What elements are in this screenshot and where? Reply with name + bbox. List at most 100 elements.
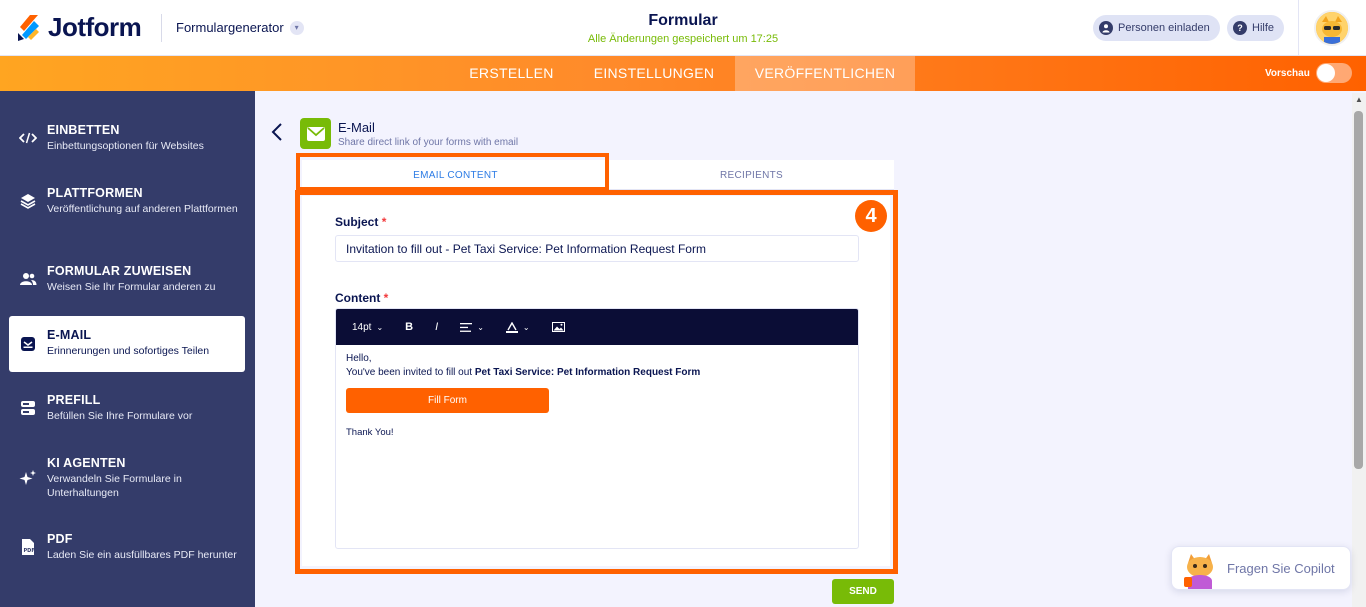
jotform-logo[interactable]: Jotform [16,12,142,43]
content-label-text: Content [335,291,381,305]
sidebar-item-subtitle: Veröffentlichung auf anderen Plattformen [47,203,238,215]
copilot-button[interactable]: Fragen Sie Copilot [1171,546,1351,590]
fill-form-button[interactable]: Fill Form [346,388,549,413]
back-button[interactable] [270,122,290,148]
layers-icon [19,192,37,210]
step-badge: 4 [855,200,887,232]
tab-erstellen[interactable]: ERSTELLEN [450,56,573,91]
help-label: Hilfe [1252,22,1275,34]
svg-text:PDF: PDF [24,548,35,554]
publish-sidebar: EINBETTEN Einbettungsoptionen für Websit… [0,91,255,607]
header-divider-right [1298,0,1299,56]
preview-toggle[interactable] [1316,63,1352,83]
align-dropdown[interactable]: ⌄ [460,322,484,332]
header-divider [161,14,162,42]
envelope-icon [306,126,325,141]
sidebar-item-subtitle: Verwandeln Sie Formulare in Unterhaltung… [47,473,182,499]
send-button[interactable]: SEND [832,579,894,604]
sidebar-item-title: PDF [47,532,73,546]
email-section-title: E-Mail [338,120,375,135]
font-size-value: 14pt [352,321,372,333]
subject-label: Subject * [335,215,386,229]
pdf-icon: PDF [19,538,37,556]
bold-icon: B [405,321,414,333]
editor-body[interactable]: Hello, You've been invited to fill out P… [336,345,858,449]
email-closing: Thank You! [346,427,394,438]
scroll-up-icon[interactable]: ▲ [1355,95,1363,104]
font-size-dropdown[interactable]: 14pt ⌄ [352,322,383,333]
text-color-dropdown[interactable]: ⌄ [505,321,530,333]
copilot-label: Fragen Sie Copilot [1227,561,1335,576]
main-nav: ERSTELLEN EINSTELLUNGEN VERÖFFENTLICHEN … [0,56,1366,91]
users-icon [19,270,37,288]
sidebar-item-prefill[interactable]: PREFILL Befüllen Sie Ihre Formulare vor [9,393,245,423]
image-icon [551,322,565,332]
code-icon [19,129,37,147]
invite-people-button[interactable]: Personen einladen [1093,15,1220,41]
subject-label-text: Subject [335,215,379,229]
tab-recipients[interactable]: RECIPIENTS [609,160,894,190]
logo-text: Jotform [48,12,142,42]
builder-selector[interactable]: Formulargenerator ▾ [176,20,304,35]
required-mark: * [381,215,387,229]
sidebar-item-title: PLATTFORMEN [47,186,143,200]
italic-button[interactable]: I [435,321,438,333]
invite-people-label: Personen einladen [1118,22,1210,34]
page-scrollbar[interactable]: ▲ [1352,93,1366,607]
sidebar-item-subtitle: Befüllen Sie Ihre Formulare vor [47,410,193,422]
help-button[interactable]: ? Hilfe [1227,15,1285,41]
person-icon [1099,21,1113,35]
form-title[interactable]: Formular [533,12,833,30]
italic-icon: I [435,321,439,333]
chevron-down-icon: ⌄ [477,322,484,332]
sidebar-item-subtitle: Weisen Sie Ihr Formular anderen zu [47,281,216,293]
email-tabs: EMAIL CONTENT RECIPIENTS [302,160,894,190]
sidebar-item-formular-zuweisen[interactable]: FORMULAR ZUWEISEN Weisen Sie Ihr Formula… [9,264,245,294]
saved-status: Alle Änderungen gespeichert um 17:25 [587,33,779,45]
scroll-thumb[interactable] [1354,111,1363,469]
sidebar-item-plattformen[interactable]: PLATTFORMEN Veröffentlichung auf anderen… [9,186,245,216]
sidebar-item-pdf[interactable]: PDF PDF Laden Sie ein ausfüllbares PDF h… [9,532,245,562]
email-invite-prefix: You've been invited to fill out [346,367,475,378]
text-color-icon [505,321,518,333]
tab-veroeffentlichen[interactable]: VERÖFFENTLICHEN [735,56,915,91]
chevron-down-icon: ⌄ [522,322,530,332]
sidebar-item-subtitle: Erinnerungen und sofortiges Teilen [47,345,210,357]
sidebar-item-subtitle: Einbettungsoptionen für Websites [47,140,204,152]
builder-selector-label: Formulargenerator [176,20,284,35]
tab-email-content[interactable]: EMAIL CONTENT [302,160,609,190]
top-header: Jotform Formulargenerator ▾ Formular All… [0,0,1366,56]
insert-image-button[interactable] [551,322,565,332]
preview-label: Vorschau [1265,68,1310,79]
sidebar-item-email[interactable]: E-MAIL Erinnerungen und sofortiges Teile… [9,316,245,372]
chevron-down-icon: ▾ [289,20,304,35]
email-section-subtitle: Share direct link of your forms with ema… [338,137,519,148]
sidebar-item-title: KI AGENTEN [47,456,126,470]
form-title-area: Formular Alle Änderungen gespeichert um … [533,12,833,45]
question-icon: ? [1233,21,1247,35]
subject-input[interactable] [335,235,859,262]
user-avatar[interactable] [1314,10,1350,46]
database-icon [19,399,37,417]
content-editor[interactable]: 14pt ⌄ B I ⌄ ⌄ Hello, You've been invite… [335,308,859,549]
toggle-knob [1317,64,1335,82]
sparkle-icon [19,469,37,487]
sidebar-item-ki-agenten[interactable]: KI AGENTEN Verwandeln Sie Formulare in U… [9,456,245,500]
chevron-down-icon: ⌄ [376,322,384,332]
email-form-name: Pet Taxi Service: Pet Information Reques… [474,367,701,378]
email-section-icon [300,118,331,149]
sidebar-item-title: EINBETTEN [47,123,120,137]
email-invite-line: You've been invited to fill out Pet Taxi… [346,367,848,378]
sidebar-item-einbetten[interactable]: EINBETTEN Einbettungsoptionen für Websit… [9,123,245,153]
chevron-left-icon [271,123,282,141]
sidebar-item-subtitle: Laden Sie ein ausfüllbares PDF herunter [47,549,237,561]
bold-button[interactable]: B [405,321,413,333]
mail-icon [19,335,37,353]
sidebar-item-title: PREFILL [47,393,101,407]
tab-einstellungen[interactable]: EINSTELLUNGEN [573,56,735,91]
jotform-logo-icon [18,14,39,41]
email-greeting: Hello, [346,353,372,364]
editor-toolbar: 14pt ⌄ B I ⌄ ⌄ [336,309,858,345]
content-label: Content * [335,291,388,305]
sidebar-item-title: E-MAIL [47,328,92,342]
